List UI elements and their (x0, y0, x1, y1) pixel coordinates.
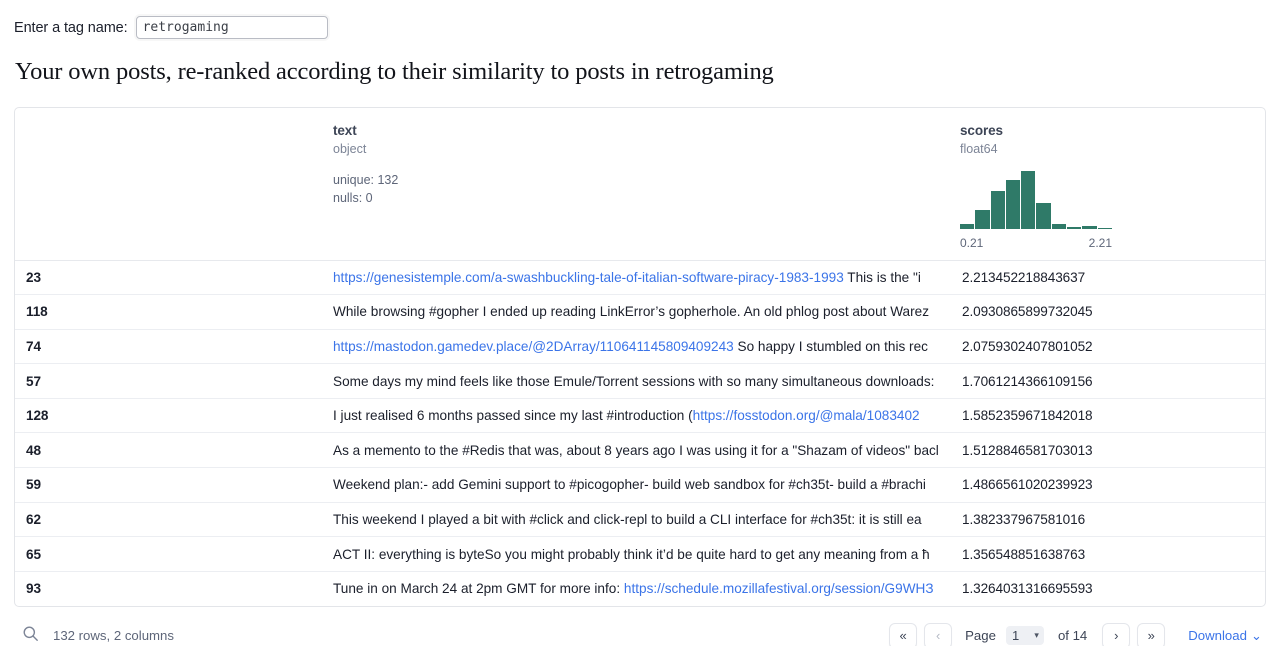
next-page-button[interactable]: › (1102, 622, 1131, 646)
histogram-bar (1082, 225, 1097, 229)
row-score: 1.7061214366109156 (962, 373, 1093, 389)
scores-histogram: 0.21 2.21 (960, 167, 1112, 250)
histogram-bar (1067, 227, 1082, 229)
page-title: Your own posts, re-ranked according to t… (15, 58, 774, 85)
row-text: https://mastodon.gamedev.place/@2DArray/… (333, 338, 928, 354)
row-text: This weekend I played a bit with #click … (333, 511, 922, 527)
table-row: 23 https://genesistemple.com/a-swashbuckl… (15, 260, 1265, 295)
histogram-min-label: 0.21 (960, 236, 984, 250)
row-index: 59 (26, 477, 41, 493)
row-index: 74 (26, 338, 41, 354)
histogram-bar (990, 190, 1005, 229)
histogram-bar (960, 223, 975, 229)
row-link[interactable]: https://schedule.mozillafestival.org/ses… (624, 581, 934, 596)
row-index: 57 (26, 373, 41, 389)
table-row: 62 This weekend I played a bit with #clic… (15, 502, 1265, 537)
row-score: 2.0759302407801052 (962, 338, 1093, 354)
histogram-bar (1051, 223, 1067, 229)
row-index: 118 (26, 304, 48, 320)
row-link[interactable]: https://mastodon.gamedev.place/@2DArray/… (333, 339, 734, 354)
scores-column-name: scores (960, 123, 1003, 138)
row-score: 1.4866561020239923 (962, 477, 1093, 493)
first-page-button[interactable]: « (889, 622, 918, 646)
row-link[interactable]: https://genesistemple.com/a-swashbucklin… (333, 270, 844, 285)
row-text: Weekend plan:- add Gemini support to #pi… (333, 477, 926, 493)
row-index: 128 (26, 408, 49, 424)
tag-name-label: Enter a tag name: (14, 19, 128, 36)
histogram-bar (1036, 203, 1051, 229)
row-score: 2.0930865899732045 (962, 304, 1093, 320)
table-row: 65 ACT II: everything is byteSo you might… (15, 537, 1265, 572)
histogram-bar (1005, 179, 1021, 229)
table-row: 74 https://mastodon.gamedev.place/@2DArra… (15, 329, 1265, 364)
scores-column-type: float64 (960, 142, 998, 156)
page-label: Page (965, 628, 996, 644)
row-text: While browsing #gopher I ended up readin… (333, 304, 929, 320)
tag-name-input[interactable] (135, 16, 328, 39)
row-score: 1.5852359671842018 (962, 408, 1093, 424)
text-column-name: text (333, 123, 357, 138)
download-label: Download (1188, 628, 1247, 644)
table-footer: 132 rows, 2 columns « ‹ Page 12345678910… (0, 607, 1280, 646)
row-score: 1.5128846581703013 (962, 442, 1093, 458)
row-index: 48 (26, 442, 41, 458)
column-header-index (15, 108, 333, 261)
search-icon[interactable] (22, 625, 39, 646)
column-header-scores: scores float64 0.21 2.21 (960, 108, 1265, 261)
table-header: text object unique: 132 nulls: 0 scores … (15, 108, 1265, 261)
chevron-down-icon: ⌄ (1250, 627, 1262, 643)
row-text: I just realised 6 months passed since my… (333, 408, 920, 424)
row-link[interactable]: https://fosstodon.org/@mala/1083402 (693, 408, 920, 423)
results-table-card: text object unique: 132 nulls: 0 scores … (14, 107, 1266, 607)
histogram-bar (1021, 171, 1036, 229)
prev-page-button[interactable]: ‹ (924, 622, 953, 646)
row-text: As a memento to the #Redis that was, abo… (333, 442, 939, 458)
page-total-label: of 14 (1057, 628, 1088, 644)
table-row: 128 I just realised 6 months passed since… (15, 398, 1265, 433)
row-text: Tune in on March 24 at 2pm GMT for more … (333, 581, 934, 597)
histogram-bars (960, 167, 1112, 229)
table-row: 118 While browsing #gopher I ended up rea… (15, 295, 1265, 330)
text-column-type: object (333, 142, 367, 156)
table-row: 59 Weekend plan:- add Gemini support to #… (15, 468, 1265, 503)
row-text: ACT II: everything is byteSo you might p… (333, 546, 930, 562)
row-index: 65 (26, 546, 41, 562)
row-score: 1.3264031316695593 (962, 581, 1093, 597)
text-column-nulls: nulls: 0 (333, 190, 373, 205)
histogram-max-label: 2.21 (1088, 236, 1112, 250)
table-row: 93 Tune in on March 24 at 2pm GMT for mor… (15, 571, 1265, 606)
table-body: 23 https://genesistemple.com/a-swashbuckl… (15, 260, 1265, 606)
row-index: 93 (26, 581, 41, 597)
table-row: 48 As a memento to the #Redis that was, a… (15, 433, 1265, 468)
row-index: 23 (26, 269, 41, 285)
row-index: 62 (26, 511, 41, 527)
row-text: https://genesistemple.com/a-swashbucklin… (333, 269, 921, 285)
row-score: 1.382337967581016 (962, 511, 1086, 527)
table-row: 57 Some days my mind feels like those Emu… (15, 364, 1265, 399)
column-header-text: text object unique: 132 nulls: 0 (333, 108, 960, 261)
download-button[interactable]: Download ⌄ (1188, 628, 1262, 644)
tag-form: Enter a tag name: (0, 0, 1280, 42)
row-score: 2.213452218843637 (962, 269, 1086, 285)
pagination-controls: « ‹ Page 1234567891011121314 ▾ of 14 › »… (889, 622, 1262, 646)
histogram-bar (975, 210, 990, 229)
last-page-button[interactable]: » (1137, 622, 1166, 646)
histogram-bar (1097, 227, 1112, 229)
text-column-unique: unique: 132 (333, 173, 399, 187)
row-score: 1.356548851638763 (962, 546, 1086, 562)
page-select[interactable]: 1234567891011121314 (1005, 626, 1044, 646)
rows-info: 132 rows, 2 columns (53, 628, 174, 644)
row-text: Some days my mind feels like those Emule… (333, 373, 935, 389)
results-table: text object unique: 132 nulls: 0 scores … (15, 108, 1265, 606)
